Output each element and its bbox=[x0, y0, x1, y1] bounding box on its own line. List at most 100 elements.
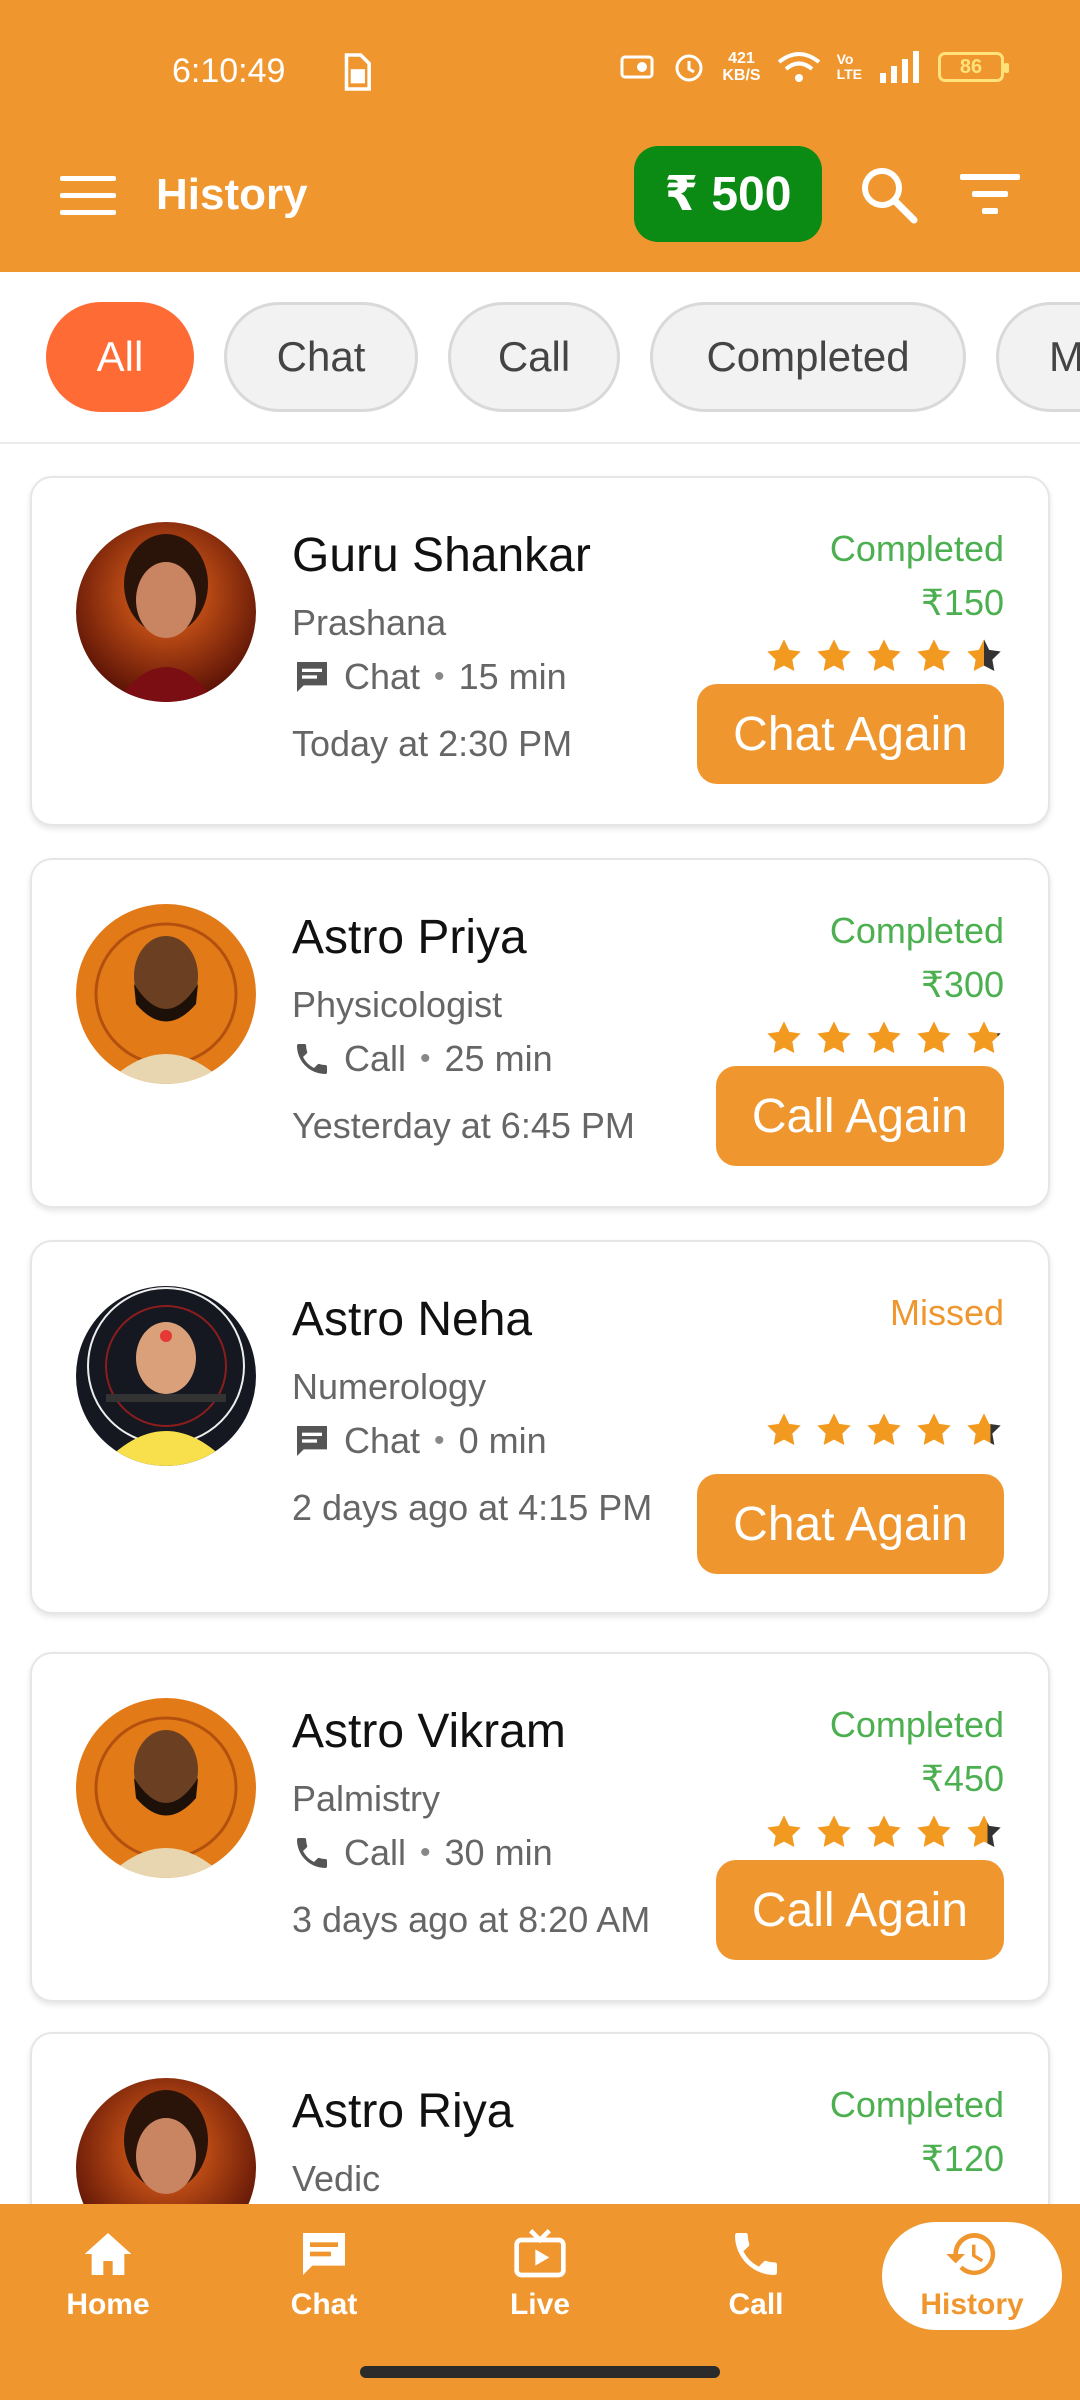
star-icon bbox=[817, 1815, 851, 1847]
session-meta: Chat • 0 min bbox=[292, 1420, 547, 1462]
filter-chip-more[interactable]: M bbox=[996, 302, 1080, 412]
star-icon bbox=[967, 1021, 1001, 1053]
home-icon bbox=[84, 2233, 132, 2275]
star-icon bbox=[817, 1413, 851, 1445]
live-tv-icon bbox=[514, 2229, 566, 2278]
rating-stars bbox=[764, 1812, 1004, 1852]
status-badge: Completed bbox=[829, 528, 1004, 569]
chat-again-button[interactable]: Chat Again bbox=[697, 684, 1004, 784]
history-list: Guru Shankar Prashana Chat • 15 min Toda… bbox=[0, 444, 1080, 2204]
history-card[interactable]: Astro Priya Physicologist Call • 25 min … bbox=[30, 858, 1050, 1208]
status-badge: Completed bbox=[829, 2084, 1004, 2125]
history-card[interactable]: Astro Riya Vedic Completed ₹120 bbox=[30, 2032, 1050, 2204]
star-icon bbox=[867, 639, 901, 671]
session-price: ₹120 bbox=[921, 2138, 1004, 2179]
battery-indicator: 86 bbox=[938, 52, 1009, 82]
session-duration: 0 min bbox=[458, 1420, 547, 1461]
phone-icon bbox=[297, 1838, 327, 1868]
filter-chip-all[interactable]: All bbox=[46, 302, 194, 412]
app-bar: History ₹ 500 bbox=[0, 140, 1080, 272]
avatar bbox=[76, 522, 256, 702]
star-icon bbox=[767, 1815, 801, 1847]
sim-icon bbox=[344, 53, 371, 91]
filter-chip-call[interactable]: Call bbox=[448, 302, 620, 412]
chat-icon bbox=[297, 662, 327, 692]
history-card[interactable]: Astro Neha Numerology Chat • 0 min 2 day… bbox=[30, 1240, 1050, 1614]
home-indicator bbox=[360, 2366, 720, 2378]
separator-dot: • bbox=[420, 1836, 431, 1869]
history-card[interactable]: Astro Vikram Palmistry Call • 30 min 3 d… bbox=[30, 1652, 1050, 2002]
session-price: ₹150 bbox=[921, 582, 1004, 623]
network-speed: 421 KB/S bbox=[722, 50, 760, 84]
filter-chips: All Chat Call Completed M bbox=[0, 272, 1080, 444]
rating-stars bbox=[764, 1018, 1004, 1058]
filter-icon[interactable] bbox=[958, 170, 1022, 218]
session-duration: 15 min bbox=[458, 656, 567, 697]
nav-label: History bbox=[920, 2288, 1024, 2321]
phone-icon bbox=[735, 2233, 777, 2275]
separator-dot: • bbox=[420, 1042, 431, 1075]
star-icon bbox=[767, 1413, 801, 1445]
astrologer-specialty: Vedic bbox=[292, 2158, 381, 2199]
rating-stars bbox=[764, 636, 1004, 676]
star-icon bbox=[917, 639, 951, 671]
avatar bbox=[76, 904, 256, 1084]
star-icon bbox=[967, 1413, 1001, 1445]
session-type: Chat bbox=[344, 1420, 421, 1461]
session-meta: Chat • 15 min bbox=[292, 656, 567, 698]
star-icon bbox=[967, 639, 1001, 671]
separator-dot: • bbox=[434, 660, 445, 693]
session-meta: Call • 25 min bbox=[292, 1038, 553, 1080]
session-duration: 30 min bbox=[444, 1832, 553, 1873]
astrologer-name: Astro Riya bbox=[292, 2085, 514, 2138]
nav-label: Live bbox=[509, 2288, 571, 2321]
session-price: ₹450 bbox=[921, 1758, 1004, 1799]
nav-home[interactable]: Home bbox=[38, 2226, 178, 2346]
star-icon bbox=[817, 639, 851, 671]
avatar bbox=[76, 1698, 256, 1878]
session-time: Today at 2:30 PM bbox=[292, 723, 573, 764]
call-again-button[interactable]: Call Again bbox=[715, 1066, 1004, 1166]
session-type: Call bbox=[344, 1832, 407, 1873]
filter-chip-chat[interactable]: Chat bbox=[224, 302, 418, 412]
wallet-balance-button[interactable]: ₹ 500 bbox=[634, 146, 822, 242]
call-again-button[interactable]: Call Again bbox=[715, 1860, 1004, 1960]
menu-icon[interactable] bbox=[60, 176, 116, 216]
astrologer-specialty: Numerology bbox=[292, 1366, 487, 1407]
star-icon bbox=[817, 1021, 851, 1053]
astrologer-name: Astro Priya bbox=[292, 911, 527, 964]
star-icon bbox=[867, 1413, 901, 1445]
status-badge: Completed bbox=[829, 1704, 1004, 1745]
status-time: 6:10:49 bbox=[172, 52, 286, 90]
nav-live[interactable]: Live bbox=[470, 2226, 610, 2346]
session-time: 2 days ago at 4:15 PM bbox=[292, 1487, 653, 1528]
speed-unit: KB/S bbox=[722, 67, 761, 84]
nav-call[interactable]: Call bbox=[686, 2226, 826, 2346]
nav-label: Home bbox=[66, 2288, 150, 2321]
nav-label: Call bbox=[728, 2288, 784, 2321]
filter-chip-completed[interactable]: Completed bbox=[650, 302, 966, 412]
astrologer-name: Astro Vikram bbox=[292, 1705, 566, 1758]
cast-icon bbox=[620, 55, 654, 79]
star-icon bbox=[767, 1021, 801, 1053]
history-card[interactable]: Guru Shankar Prashana Chat • 15 min Toda… bbox=[30, 476, 1050, 826]
star-icon bbox=[867, 1021, 901, 1053]
speed-value: 421 bbox=[728, 50, 755, 67]
session-time: Yesterday at 6:45 PM bbox=[292, 1105, 635, 1146]
nav-history[interactable]: History bbox=[882, 2222, 1062, 2330]
star-icon bbox=[967, 1815, 1001, 1847]
chat-again-button[interactable]: Chat Again bbox=[697, 1474, 1004, 1574]
astrologer-name: Guru Shankar bbox=[292, 529, 591, 582]
session-price: ₹300 bbox=[921, 964, 1004, 1005]
status-badge: Missed bbox=[889, 1292, 1004, 1333]
top-bar: 6:10:49 421 KB/S Vo LTE 86 History ₹ 500 bbox=[0, 0, 1080, 272]
vo-text: Vo bbox=[836, 51, 854, 67]
phone-icon bbox=[297, 1044, 327, 1074]
signal-icon bbox=[880, 51, 919, 83]
nav-chat[interactable]: Chat bbox=[254, 2226, 394, 2346]
search-icon[interactable] bbox=[858, 164, 918, 224]
page-title: History bbox=[156, 170, 308, 219]
astrologer-specialty: Palmistry bbox=[292, 1778, 441, 1819]
status-badge: Completed bbox=[829, 910, 1004, 951]
lte-text: LTE bbox=[836, 66, 862, 82]
